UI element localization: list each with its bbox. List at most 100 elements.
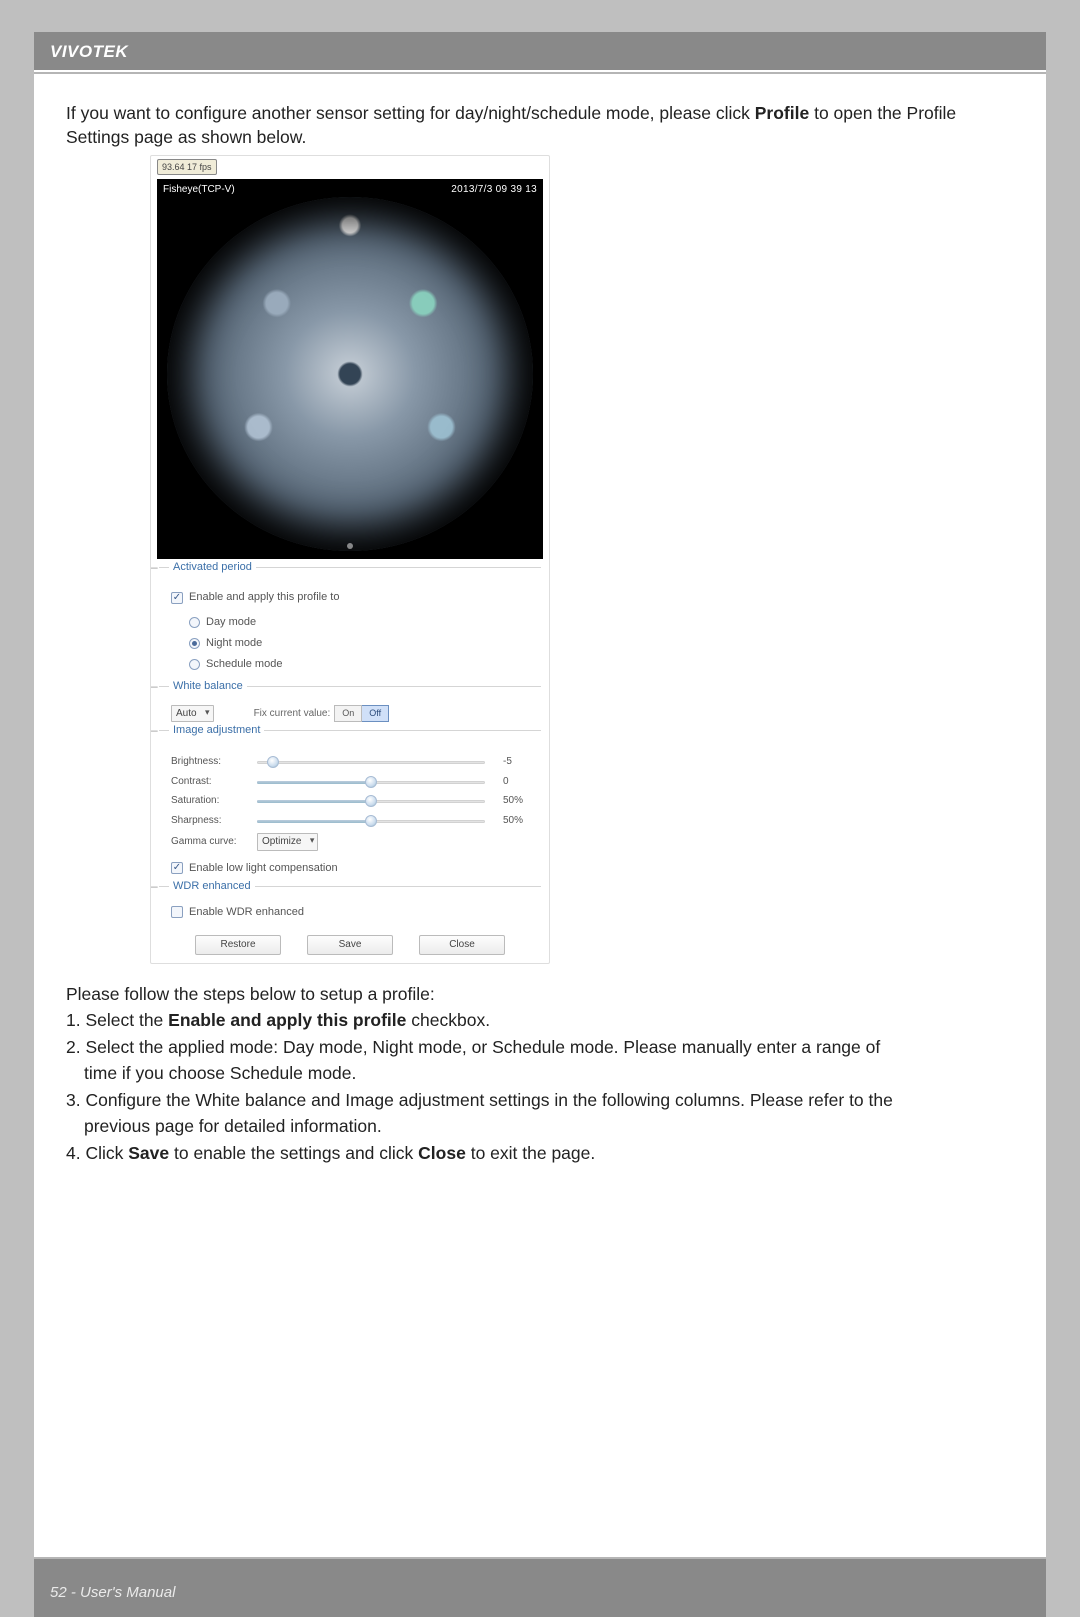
gamma-curve-value: Optimize xyxy=(262,836,301,847)
fix-off-button[interactable]: Off xyxy=(362,705,389,721)
white-balance-select[interactable]: Auto xyxy=(171,705,214,723)
slider-saturation-thumb[interactable] xyxy=(365,795,377,807)
close-button[interactable]: Close xyxy=(419,935,505,955)
footer-label: User's Manual xyxy=(80,1584,175,1601)
radio-schedule-row: Schedule mode xyxy=(189,657,535,672)
radio-night-row: Night mode xyxy=(189,636,535,651)
document-page: VIVOTEK If you want to configure another… xyxy=(34,32,1046,1617)
slider-saturation-track[interactable] xyxy=(257,795,485,807)
brand-title: VIVOTEK xyxy=(50,42,128,61)
radio-schedule-label: Schedule mode xyxy=(206,657,282,672)
gamma-curve-row: Gamma curve: Optimize xyxy=(171,833,535,851)
slider-brightness-label: Brightness: xyxy=(171,755,257,769)
low-light-row: ✓ Enable low light compensation xyxy=(171,861,535,876)
step-4: 4. Click Save to enable the settings and… xyxy=(66,1141,1014,1166)
slider-brightness-value: -5 xyxy=(503,755,535,769)
footer-page-no: 52 xyxy=(50,1584,67,1601)
page-spacer xyxy=(34,1167,1046,1587)
collapse-icon[interactable]: – xyxy=(151,724,158,736)
collapse-icon[interactable]: – xyxy=(151,680,158,692)
intro-text-1: If you want to configure another sensor … xyxy=(66,103,755,123)
white-balance-row: Auto Fix current value: On Off xyxy=(171,705,535,723)
slider-sharpness-track[interactable] xyxy=(257,815,485,827)
slider-brightness-track[interactable] xyxy=(257,756,485,768)
slider-contrast-value: 0 xyxy=(503,775,535,789)
step-3-cont: previous page for detailed information. xyxy=(66,1114,1014,1139)
step-4-save: Save xyxy=(128,1143,169,1163)
section-title-activated: Activated period xyxy=(169,560,256,575)
slider-brightness-thumb[interactable] xyxy=(267,756,279,768)
step-2-cont: time if you choose Schedule mode. xyxy=(66,1061,1014,1086)
fps-badge: 93.64 17 fps xyxy=(157,159,217,175)
profile-settings-panel: 93.64 17 fps Fisheye(TCP-V) 2013/7/3 09 … xyxy=(150,155,550,964)
slider-saturation-label: Saturation: xyxy=(171,794,257,808)
page-wrapper: VIVOTEK If you want to configure another… xyxy=(0,0,1080,1617)
video-title: Fisheye(TCP-V) xyxy=(163,183,235,197)
radio-schedule[interactable] xyxy=(189,659,200,670)
step-1c: checkbox. xyxy=(411,1010,490,1030)
collapse-icon[interactable]: – xyxy=(151,561,158,573)
intro-paragraph: If you want to configure another sensor … xyxy=(66,102,1014,149)
footer-sep: - xyxy=(67,1584,80,1601)
step-1a: 1. Select the xyxy=(66,1010,168,1030)
wdr-checkbox-label: Enable WDR enhanced xyxy=(189,905,304,920)
radio-night[interactable] xyxy=(189,638,200,649)
section-wdr-enhanced: – WDR enhanced ✓ Enable WDR enhanced xyxy=(159,886,541,928)
step-1-bold: Enable and apply this profile xyxy=(168,1010,406,1030)
save-button[interactable]: Save xyxy=(307,935,393,955)
slider-fill xyxy=(257,820,371,823)
radio-night-label: Night mode xyxy=(206,636,262,651)
header-bar: VIVOTEK xyxy=(34,32,1046,70)
profile-bold-word: Profile xyxy=(755,103,809,123)
slider-brightness: Brightness: -5 xyxy=(171,755,535,769)
section-title-image-adjustment: Image adjustment xyxy=(169,723,264,738)
button-row: Restore Save Close xyxy=(151,935,549,955)
steps-intro: Please follow the steps below to setup a… xyxy=(66,982,1014,1007)
fix-on-button[interactable]: On xyxy=(334,705,362,721)
slider-fill xyxy=(257,781,371,784)
slider-saturation-value: 50% xyxy=(503,794,535,808)
low-light-label: Enable low light compensation xyxy=(189,861,338,876)
step-3: 3. Configure the White balance and Image… xyxy=(66,1088,1014,1113)
step-4-close: Close xyxy=(418,1143,466,1163)
fix-current-value-label: Fix current value: xyxy=(254,707,331,721)
gamma-curve-label: Gamma curve: xyxy=(171,835,257,849)
collapse-icon[interactable]: – xyxy=(151,880,158,892)
slider-contrast-label: Contrast: xyxy=(171,775,257,789)
section-title-wdr: WDR enhanced xyxy=(169,879,255,894)
white-balance-select-value: Auto xyxy=(176,708,197,719)
video-indicator-icon xyxy=(347,543,353,549)
slider-contrast-track[interactable] xyxy=(257,776,485,788)
wdr-row: ✓ Enable WDR enhanced xyxy=(171,905,535,920)
wdr-checkbox[interactable]: ✓ xyxy=(171,906,183,918)
slider-sharpness-value: 50% xyxy=(503,814,535,828)
radio-day-row: Day mode xyxy=(189,615,535,630)
step-4a: 4. Click xyxy=(66,1143,128,1163)
section-activated-period: – Activated period ✓ Enable and apply th… xyxy=(159,567,541,685)
step-2: 2. Select the applied mode: Day mode, Ni… xyxy=(66,1035,1014,1060)
low-light-checkbox[interactable]: ✓ xyxy=(171,862,183,874)
slider-sharpness-label: Sharpness: xyxy=(171,814,257,828)
slider-sharpness: Sharpness: 50% xyxy=(171,814,535,828)
slider-saturation: Saturation: 50% xyxy=(171,794,535,808)
enable-profile-checkbox[interactable]: ✓ xyxy=(171,592,183,604)
enable-profile-row: ✓ Enable and apply this profile to xyxy=(171,590,535,605)
video-preview-area: Fisheye(TCP-V) 2013/7/3 09 39 13 xyxy=(157,179,543,559)
slider-sharpness-thumb[interactable] xyxy=(365,815,377,827)
steps-block: Please follow the steps below to setup a… xyxy=(66,982,1014,1166)
step-1: 1. Select the Enable and apply this prof… xyxy=(66,1008,1014,1033)
video-timestamp: 2013/7/3 09 39 13 xyxy=(451,183,537,197)
radio-day-label: Day mode xyxy=(206,615,256,630)
enable-profile-label: Enable and apply this profile to xyxy=(189,590,339,605)
fix-current-value-toggle: On Off xyxy=(334,705,389,721)
gamma-curve-select[interactable]: Optimize xyxy=(257,833,318,851)
footer-bar: 52 - User's Manual xyxy=(34,1559,1046,1617)
restore-button[interactable]: Restore xyxy=(195,935,281,955)
slider-contrast-thumb[interactable] xyxy=(365,776,377,788)
radio-day[interactable] xyxy=(189,617,200,628)
footer-background xyxy=(34,1559,1046,1617)
slider-rail xyxy=(257,761,485,764)
slider-contrast: Contrast: 0 xyxy=(171,775,535,789)
section-image-adjustment: – Image adjustment Brightness: -5 Contra… xyxy=(159,730,541,885)
step-4b: to enable the settings and click xyxy=(174,1143,418,1163)
